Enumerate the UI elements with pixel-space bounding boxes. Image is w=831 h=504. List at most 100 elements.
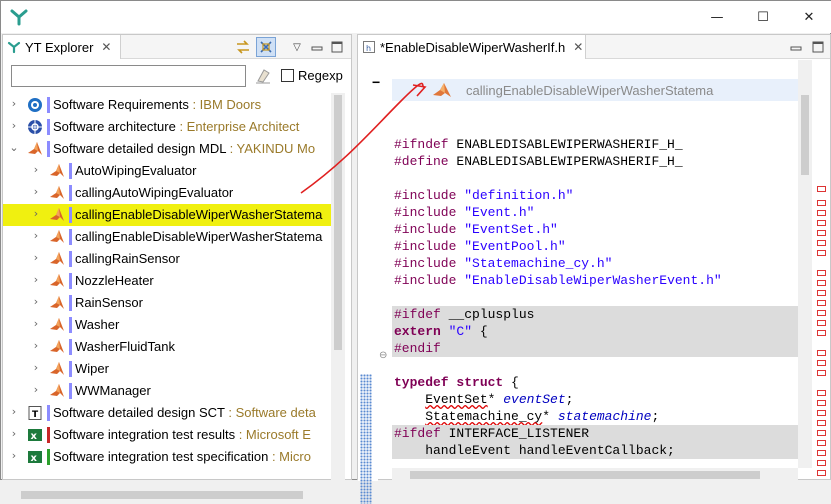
code-line[interactable]: Statemachine_cy* statemachine; (392, 408, 798, 425)
overview-marker[interactable] (817, 320, 826, 326)
overview-marker[interactable] (817, 210, 826, 216)
overview-marker[interactable] (817, 280, 826, 286)
overview-marker[interactable] (817, 220, 826, 226)
overview-marker[interactable] (817, 230, 826, 236)
expand-chevron-right-icon[interactable]: › (31, 207, 41, 220)
tree-child-item[interactable]: › NozzleHeater (3, 270, 331, 292)
overview-marker[interactable] (817, 450, 826, 456)
code-line[interactable]: EventSet* eventSet; (392, 391, 798, 408)
expand-chevron-down-icon[interactable]: ⌄ (9, 141, 19, 154)
expand-chevron-right-icon[interactable]: › (31, 383, 41, 396)
overview-marker[interactable] (817, 470, 826, 476)
overview-marker[interactable] (817, 310, 826, 316)
minimize-button[interactable]: — (694, 1, 740, 33)
expand-chevron-right-icon[interactable]: › (31, 339, 41, 352)
tree-child-item[interactable]: › callingEnableDisableWiperWasherStatema (3, 204, 331, 226)
tree-child-item[interactable]: › callingRainSensor (3, 248, 331, 270)
code-line[interactable]: #ifdef INTERFACE_LISTENER (392, 425, 798, 442)
expand-chevron-right-icon[interactable]: › (31, 273, 41, 286)
tree-root-item[interactable]: › x Software integration test specificatio… (3, 446, 331, 468)
expand-chevron-right-icon[interactable]: › (9, 427, 19, 440)
tree-root-item[interactable]: › T Software detailed design SCT : Softwar… (3, 402, 331, 424)
overview-marker[interactable] (817, 360, 826, 366)
code-line[interactable] (392, 170, 798, 187)
tree-child-item[interactable]: › WWManager (3, 380, 331, 402)
regexp-checkbox[interactable]: Regexp (281, 68, 343, 83)
expand-chevron-right-icon[interactable]: › (31, 317, 41, 330)
overview-marker[interactable] (817, 240, 826, 246)
expand-chevron-right-icon[interactable]: › (31, 185, 41, 198)
expand-chevron-right-icon[interactable]: › (9, 119, 19, 132)
overview-marker[interactable] (817, 400, 826, 406)
overview-marker[interactable] (817, 370, 826, 376)
checkbox-box[interactable] (281, 69, 294, 82)
overview-marker[interactable] (817, 350, 826, 356)
code-line[interactable]: #include "EventPool.h" (392, 238, 798, 255)
code-line[interactable]: #else (392, 459, 798, 460)
link-with-editor-icon[interactable] (256, 37, 276, 57)
tree-child-item[interactable]: › Washer (3, 314, 331, 336)
close-tab-icon[interactable]: ✕ (101, 40, 111, 54)
expand-chevron-right-icon[interactable]: › (31, 361, 41, 374)
code-line[interactable]: #ifdef __cplusplus (392, 306, 798, 323)
code-line[interactable]: #ifndef ENABLEDISABLEWIPERWASHERIF_H_ (392, 136, 798, 153)
clear-filter-icon[interactable] (253, 66, 273, 86)
tab-editor-file[interactable]: h *EnableDisableWiperWasherIf.h ✕ (358, 35, 586, 59)
code-line[interactable]: #include "EventSet.h" (392, 221, 798, 238)
vertical-scroll-thumb[interactable] (334, 95, 342, 350)
expand-chevron-right-icon[interactable]: › (31, 229, 41, 242)
overview-marker[interactable] (817, 410, 826, 416)
filter-input[interactable] (11, 65, 246, 87)
tree-root-item[interactable]: › x Software integration test results : Mi… (3, 424, 331, 446)
tab-yt-explorer[interactable]: YT Explorer ✕ (3, 35, 121, 59)
fold-toggle-icon[interactable]: ⊖ (379, 350, 387, 361)
tree-child-item[interactable]: › callingAutoWipingEvaluator (3, 182, 331, 204)
code-line[interactable]: #include "definition.h" (392, 187, 798, 204)
code-line[interactable] (392, 289, 798, 306)
maximize-editor-icon[interactable] (808, 37, 828, 57)
code-line[interactable]: handleEvent handleEventCallback; (392, 442, 798, 459)
tree-root-item[interactable]: › Software architecture : Enterprise Arch… (3, 116, 331, 138)
code-area[interactable]: #ifndef ENABLEDISABLEWIPERWASHERIF_H_ #de… (392, 60, 798, 460)
tree-child-item[interactable]: › AutoWipingEvaluator (3, 160, 331, 182)
tree-child-item[interactable]: › Wiper (3, 358, 331, 380)
view-menu-icon[interactable]: ▽ (287, 37, 307, 57)
close-tab-icon[interactable]: ✕ (573, 40, 583, 54)
minimize-view-icon[interactable] (307, 37, 327, 57)
expand-chevron-right-icon[interactable]: › (9, 449, 19, 462)
code-line[interactable]: #include "EnableDisableWiperWasherEvent.… (392, 272, 798, 289)
code-line[interactable]: #include "Statemachine_cy.h" (392, 255, 798, 272)
expand-chevron-right-icon[interactable]: › (31, 295, 41, 308)
code-line[interactable] (392, 357, 798, 374)
close-button[interactable]: ✕ (786, 1, 831, 33)
overview-marker[interactable] (817, 290, 826, 296)
sync-icon[interactable] (233, 37, 253, 57)
minimize-editor-icon[interactable] (786, 37, 806, 57)
overview-marker[interactable] (817, 440, 826, 446)
tree-root-item[interactable]: ⌄ Software detailed design MDL : YAKINDU … (3, 138, 331, 160)
overview-marker[interactable] (817, 430, 826, 436)
expand-chevron-right-icon[interactable]: › (9, 405, 19, 418)
overview-marker[interactable] (817, 420, 826, 426)
code-line[interactable]: #endif (392, 340, 798, 357)
tree-child-item[interactable]: › callingEnableDisableWiperWasherStatema (3, 226, 331, 248)
editor-horizontal-scroll-thumb[interactable] (410, 471, 760, 479)
overview-marker[interactable] (817, 300, 826, 306)
editor-vertical-scroll-thumb[interactable] (801, 95, 809, 175)
overview-marker[interactable] (817, 330, 826, 336)
fold-marker-icon[interactable]: − (372, 74, 380, 90)
code-line[interactable]: #include "Event.h" (392, 204, 798, 221)
code-line[interactable]: typedef struct { (392, 374, 798, 391)
diagram-link-line[interactable]: callingEnableDisableWiperWasherStatema (392, 79, 798, 101)
code-line[interactable]: extern "C" { (392, 323, 798, 340)
code-line[interactable]: #define ENABLEDISABLEWIPERWASHERIF_H_ (392, 153, 798, 170)
expand-chevron-right-icon[interactable]: › (31, 251, 41, 264)
maximize-button[interactable]: ☐ (740, 1, 786, 33)
overview-marker[interactable] (817, 460, 826, 466)
overview-ruler[interactable] (814, 60, 830, 480)
overview-marker[interactable] (817, 390, 826, 396)
overview-marker[interactable] (817, 270, 826, 276)
horizontal-scroll-thumb[interactable] (21, 491, 303, 499)
overview-marker[interactable] (817, 250, 826, 256)
overview-marker[interactable] (817, 186, 826, 192)
